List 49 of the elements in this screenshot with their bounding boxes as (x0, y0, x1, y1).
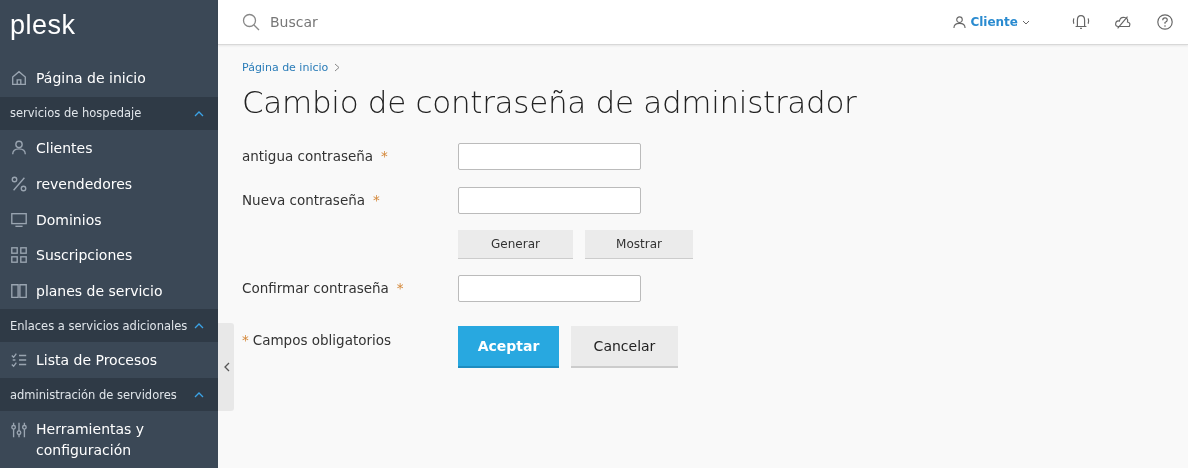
person-icon (953, 15, 967, 29)
caret-icon (194, 109, 204, 117)
required-mark: * (396, 280, 404, 296)
page-title: Cambio de contraseña de administrador (242, 84, 858, 120)
password-field[interactable] (458, 274, 641, 302)
required-mark: * (242, 332, 249, 348)
caret-icon (194, 391, 204, 399)
sidebar-item[interactable]: Página de inicio (0, 59, 218, 97)
checklist-icon (10, 351, 28, 370)
user-menu[interactable]: Cliente (953, 15, 1030, 29)
bell-icon[interactable] (1072, 13, 1090, 31)
field-label: Confirmar contraseña (242, 280, 389, 296)
required-note: Campos obligatorios (252, 332, 392, 348)
sidebar-item[interactable]: planes de servicio (0, 273, 218, 310)
field-label: antigua contraseña (242, 148, 374, 164)
caret-icon (1022, 19, 1030, 25)
sidebar-section[interactable]: servicios de hospedaje (0, 96, 218, 130)
breadcrumb-link[interactable]: Página de inicio (242, 61, 329, 74)
sidebar-item[interactable]: Lista de Procesos (0, 342, 218, 379)
sidebar-item[interactable]: Herramientas y configuración (0, 411, 218, 468)
search-field[interactable]: Buscar (268, 13, 572, 31)
chevron-icon (222, 362, 230, 372)
caret-icon (194, 322, 204, 330)
password-field[interactable] (458, 186, 641, 214)
sidebar-item[interactable]: Suscripciones (0, 237, 218, 274)
grid-icon (10, 246, 28, 265)
monitor-icon (10, 210, 28, 229)
sidebar-section[interactable]: administración de servidores (0, 378, 218, 412)
sidebar-item[interactable]: revendedores (0, 165, 218, 202)
required-mark: * (381, 148, 388, 164)
help-icon[interactable] (1156, 13, 1174, 31)
password-field[interactable] (458, 142, 641, 170)
cancel-button[interactable]: Cancelar (571, 326, 678, 368)
person-icon (10, 138, 28, 157)
percent-icon (10, 174, 28, 193)
action-button[interactable]: Mostrar (585, 229, 693, 259)
chevron-icon (334, 63, 341, 72)
sidebar-item[interactable]: Clientes (0, 129, 218, 166)
required-mark: * (373, 192, 380, 208)
collapse-handle[interactable] (218, 323, 234, 411)
home-icon (10, 69, 28, 88)
logo[interactable]: plesk (10, 10, 76, 41)
sliders-icon (10, 421, 28, 440)
search-icon (242, 13, 260, 31)
book-icon (10, 282, 28, 301)
sidebar-item[interactable]: Dominios (0, 201, 218, 238)
sidebar-section[interactable]: Enlaces a servicios adicionales (0, 309, 218, 343)
field-label: Nueva contraseña (242, 192, 366, 208)
action-button[interactable]: Generar (458, 229, 573, 259)
